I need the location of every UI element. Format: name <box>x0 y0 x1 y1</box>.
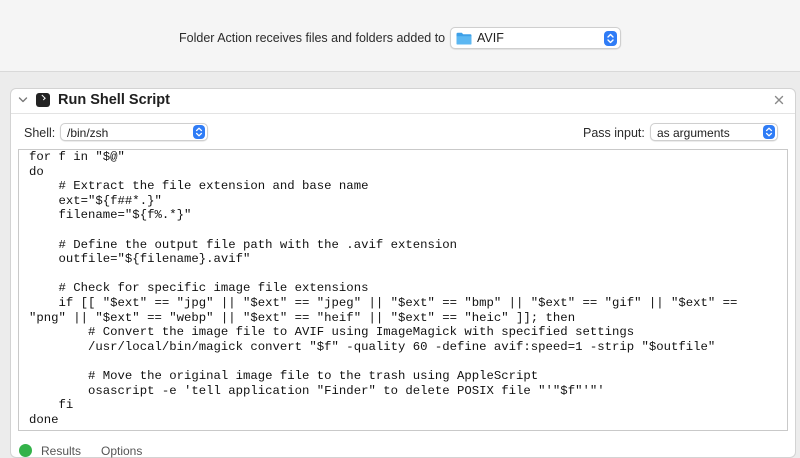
tab-options[interactable]: Options <box>101 444 142 458</box>
shell-label: Shell: <box>24 126 56 140</box>
script-line: filename="${f%.*}" <box>29 208 192 223</box>
folder-action-header: Folder Action receives files and folders… <box>0 0 800 72</box>
script-line: /usr/local/bin/magick convert "$f" -qual… <box>29 339 716 354</box>
script-line: # Check for specific image file extensio… <box>29 281 369 296</box>
status-check-icon <box>19 444 32 457</box>
collapse-chevron-icon[interactable] <box>17 94 29 106</box>
script-line: # Define the output file path with the .… <box>29 237 458 252</box>
script-line: outfile="${filename}.avif" <box>29 252 251 267</box>
pass-input-select-value: as arguments <box>657 126 730 140</box>
shell-select-value: /bin/zsh <box>67 126 109 140</box>
action-header: Run Shell Script <box>11 89 795 114</box>
folder-select[interactable]: AVIF <box>450 27 621 49</box>
script-line: # Extract the file extension and base na… <box>29 179 369 194</box>
script-line: fi <box>29 398 74 413</box>
script-line: # Convert the image file to AVIF using I… <box>29 325 635 340</box>
script-line: "png" || "$ext" == "webp" || "$ext" == "… <box>29 310 576 325</box>
pass-input-label: Pass input: <box>583 126 645 140</box>
shell-select[interactable]: /bin/zsh <box>60 123 208 141</box>
chevron-updown-icon <box>193 125 205 139</box>
script-line: if [[ "$ext" == "jpg" || "$ext" == "jpeg… <box>29 295 738 310</box>
folder-action-label: Folder Action receives files and folders… <box>179 31 446 45</box>
script-editor[interactable]: for f in "$@" do # Extract the file exte… <box>18 149 788 431</box>
script-line: # Move the original image file to the tr… <box>29 368 539 383</box>
script-line <box>29 267 787 282</box>
script-line <box>29 223 787 238</box>
script-line: do <box>29 164 44 179</box>
folder-select-value: AVIF <box>477 31 504 45</box>
script-line: ext="${f##*.}" <box>29 193 162 208</box>
terminal-icon <box>36 93 50 107</box>
run-shell-script-action: Run Shell Script Shell: /bin/zsh Pass in… <box>10 88 796 458</box>
script-line: for f in "$@" <box>29 150 125 164</box>
script-code: for f in "$@" do # Extract the file exte… <box>29 150 787 427</box>
script-line <box>29 354 787 369</box>
tab-results[interactable]: Results <box>41 444 81 458</box>
close-icon[interactable] <box>774 95 784 105</box>
chevron-updown-icon <box>604 30 617 46</box>
action-title: Run Shell Script <box>58 92 170 108</box>
folder-icon <box>456 32 472 45</box>
pass-input-select[interactable]: as arguments <box>650 123 778 141</box>
script-line: osascript -e 'tell application "Finder" … <box>29 383 605 398</box>
chevron-updown-icon <box>763 125 775 139</box>
script-line: done <box>29 412 59 427</box>
